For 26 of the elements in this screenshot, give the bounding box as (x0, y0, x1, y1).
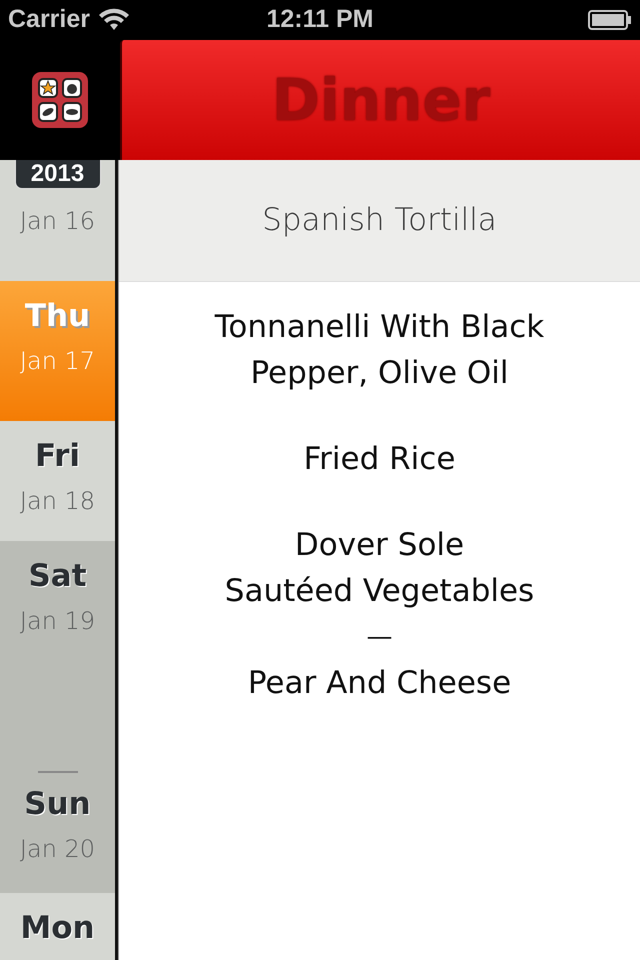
day-date: Jan 16 (20, 206, 96, 237)
dish-name: Pear And Cheese (246, 664, 512, 703)
year-badge: 2013 (14, 160, 100, 189)
time-label: 12:11 PM (266, 4, 374, 36)
day-date: Jan 18 (20, 486, 96, 518)
wifi-icon (98, 8, 130, 32)
day-date: Jan 17 (20, 346, 96, 378)
dish-name: Dover Sole (294, 526, 466, 565)
dish-name: Sautéed Vegetables (224, 572, 536, 611)
day-name: Thu (24, 299, 90, 334)
day-name: Mon (20, 911, 95, 946)
carrier-label: Carrier (8, 4, 90, 36)
dish-name: Fried Rice (302, 440, 456, 479)
day-name: Fri (34, 439, 80, 474)
day-item[interactable]: Sun Jan 20 (0, 771, 115, 893)
dish-name: Tonnanelli With Black Pepper, Olive Oil (214, 308, 546, 393)
day-name: Sun (24, 787, 91, 822)
app-icon[interactable] (32, 72, 88, 128)
day-date: Jan 20 (20, 834, 96, 866)
dash-separator: — (366, 621, 392, 654)
battery-icon (588, 9, 632, 31)
header-title: Dinner (272, 71, 490, 129)
previous-dish: Spanish Tortilla (119, 160, 640, 282)
day-date: Jan 19 (20, 606, 96, 638)
day-name: Sat (28, 559, 87, 594)
day-item[interactable]: Sat Jan 19 (0, 541, 115, 771)
